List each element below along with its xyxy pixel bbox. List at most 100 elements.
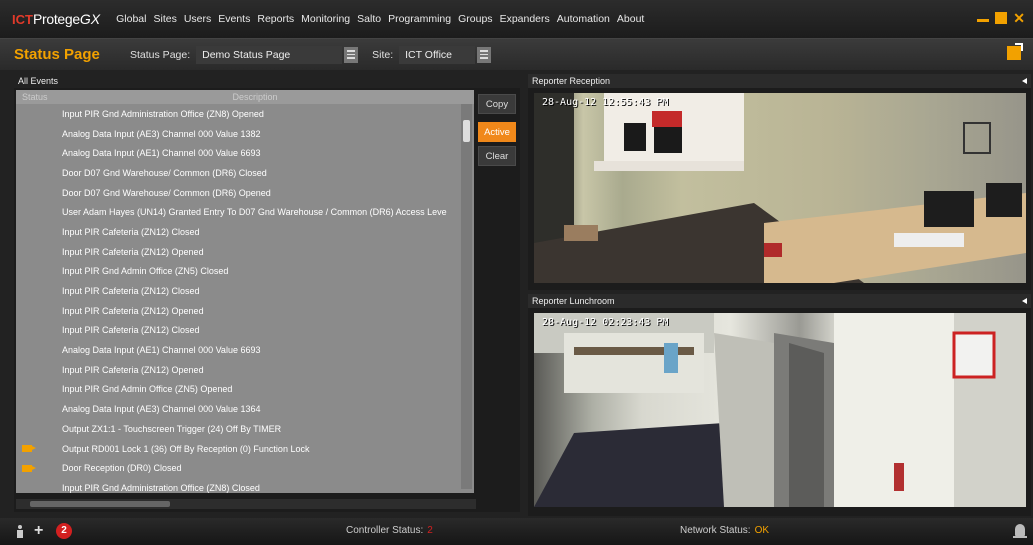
active-button[interactable]: Active (478, 122, 516, 142)
event-description: Door D07 Gnd Warehouse/ Common (DR6) Clo… (62, 167, 267, 178)
camera-panel-reception: Reporter Reception 28-Aug-12 12:55:43 PM (528, 74, 1031, 290)
status-page-label: Status Page: (130, 48, 191, 61)
alarm-count-badge[interactable]: 2 (56, 523, 72, 539)
event-description: Door D07 Gnd Warehouse/ Common (DR6) Ope… (62, 187, 271, 198)
event-row[interactable]: Door D07 Gnd Warehouse/ Common (DR6) Ope… (16, 183, 474, 203)
events-panel-title: All Events (14, 74, 520, 88)
logo-ict: ICT (12, 12, 33, 27)
menu-expanders[interactable]: Expanders (500, 13, 550, 25)
network-status: Network Status: OK (680, 525, 769, 536)
event-row[interactable]: Input PIR Cafeteria (ZN12) Opened (16, 360, 474, 380)
events-panel: All Events Status Description Input PIR … (14, 74, 520, 512)
controller-status-value: 2 (427, 525, 433, 536)
reception-scene (534, 93, 1026, 283)
event-row[interactable]: User Adam Hayes (UN14) Granted Entry To … (16, 202, 474, 222)
minimize-icon[interactable] (977, 14, 990, 22)
event-description: Input PIR Cafeteria (ZN12) Closed (62, 226, 200, 237)
menu-bar: ICT Protege GX Global Sites Users Events… (0, 0, 1033, 38)
site-value[interactable]: ICT Office (399, 45, 476, 64)
event-row[interactable]: Door D07 Gnd Warehouse/ Common (DR6) Clo… (16, 163, 474, 183)
horizontal-scrollbar[interactable] (16, 499, 476, 509)
footer-status-bar: + 2 Controller Status: 2 Network Status: O… (0, 518, 1033, 545)
event-row[interactable]: Input PIR Cafeteria (ZN12) Opened (16, 301, 474, 321)
camera-icon[interactable] (22, 464, 36, 472)
event-row[interactable]: Input PIR Cafeteria (ZN12) Closed (16, 321, 474, 341)
menu-users[interactable]: Users (184, 13, 211, 25)
scroll-thumb[interactable] (463, 120, 470, 142)
event-row[interactable]: Input PIR Cafeteria (ZN12) Opened (16, 242, 474, 262)
camera-timestamp: 28-Aug-12 12:55:43 PM (542, 97, 669, 108)
event-row[interactable]: Door Reception (DR0) Closed (16, 458, 474, 478)
event-description: Analog Data Input (AE3) Channel 000 Valu… (62, 404, 261, 415)
menu-about[interactable]: About (617, 13, 644, 25)
site-dropdown-icon[interactable] (477, 46, 492, 63)
camera-feed[interactable]: 28-Aug-12 02:23:43 PM (534, 313, 1026, 507)
status-page-dropdown-icon[interactable] (344, 46, 359, 63)
collapse-icon[interactable] (1022, 298, 1027, 304)
scroll-thumb[interactable] (30, 501, 170, 507)
event-status-cell (16, 464, 62, 472)
network-status-value: OK (754, 525, 770, 536)
menu-events[interactable]: Events (218, 13, 250, 25)
events-column-headers: Status Description (16, 90, 474, 104)
event-row[interactable]: Input PIR Cafeteria (ZN12) Closed (16, 222, 474, 242)
person-icon[interactable] (16, 525, 24, 539)
copy-button[interactable]: Copy (478, 94, 516, 114)
logo-gx: GX (79, 11, 101, 27)
event-description: Input PIR Cafeteria (ZN12) Closed (62, 286, 200, 297)
event-description: Input PIR Gnd Administration Office (ZN8… (62, 482, 260, 493)
event-row[interactable]: Output RD001 Lock 1 (36) Off By Receptio… (16, 439, 474, 459)
menu-programming[interactable]: Programming (388, 13, 451, 25)
page-title: Status Page (14, 46, 100, 63)
logo-name: Protege (32, 11, 80, 27)
vertical-scrollbar[interactable] (461, 104, 472, 489)
column-status[interactable]: Status (16, 90, 56, 104)
close-icon[interactable]: ✕ (1013, 11, 1025, 25)
event-row[interactable]: Input PIR Gnd Admin Office (ZN5) Closed (16, 262, 474, 282)
maximize-icon[interactable] (995, 12, 1008, 24)
menu-sites[interactable]: Sites (153, 13, 176, 25)
status-page-value[interactable]: Demo Status Page (196, 45, 343, 64)
camera-panel-header: Reporter Lunchroom (528, 294, 1031, 308)
event-description: Input PIR Cafeteria (ZN12) Opened (62, 246, 204, 257)
menu-global[interactable]: Global (116, 13, 146, 25)
clear-button[interactable]: Clear (478, 146, 516, 166)
menu-groups[interactable]: Groups (458, 13, 492, 25)
controller-status-label: Controller Status: (346, 525, 424, 536)
event-row[interactable]: Analog Data Input (AE1) Channel 000 Valu… (16, 143, 474, 163)
menu-salto[interactable]: Salto (357, 13, 381, 25)
event-description: Input PIR Cafeteria (ZN12) Opened (62, 364, 204, 375)
event-description: Analog Data Input (AE3) Channel 000 Valu… (62, 128, 261, 139)
camera-timestamp: 28-Aug-12 02:23:43 PM (542, 317, 669, 328)
event-list: Input PIR Gnd Administration Office (ZN8… (16, 104, 474, 493)
event-row[interactable]: Output ZX1:1 - Touchscreen Trigger (24) … (16, 419, 474, 439)
window-controls: ✕ (977, 11, 1025, 25)
event-row[interactable]: Analog Data Input (AE3) Channel 000 Valu… (16, 124, 474, 144)
event-row[interactable]: Input PIR Gnd Administration Office (ZN8… (16, 104, 474, 124)
camera-panel-header: Reporter Reception (528, 74, 1031, 88)
add-icon[interactable]: + (34, 523, 43, 539)
network-status-label: Network Status: (680, 525, 751, 536)
camera-icon[interactable] (22, 445, 36, 453)
event-description: Input PIR Gnd Admin Office (ZN5) Closed (62, 266, 229, 277)
event-row[interactable]: Input PIR Cafeteria (ZN12) Closed (16, 281, 474, 301)
column-description[interactable]: Description (56, 90, 474, 104)
event-row[interactable]: Input PIR Gnd Admin Office (ZN5) Opened (16, 380, 474, 400)
event-description: Output ZX1:1 - Touchscreen Trigger (24) … (62, 423, 282, 434)
event-description: Input PIR Cafeteria (ZN12) Closed (62, 325, 200, 336)
menu-reports[interactable]: Reports (257, 13, 294, 25)
camera-feed[interactable]: 28-Aug-12 12:55:43 PM (534, 93, 1026, 283)
event-row[interactable]: Input PIR Gnd Administration Office (ZN8… (16, 478, 474, 493)
event-row[interactable]: Analog Data Input (AE3) Channel 000 Valu… (16, 399, 474, 419)
camera-title: Reporter Lunchroom (532, 296, 615, 306)
popout-icon[interactable] (1007, 43, 1023, 60)
site-dropdown[interactable]: ICT Office (399, 45, 492, 64)
events-table[interactable]: Status Description Input PIR Gnd Adminis… (16, 90, 474, 493)
collapse-icon[interactable] (1022, 78, 1027, 84)
bell-icon[interactable] (1013, 524, 1027, 538)
status-page-dropdown[interactable]: Demo Status Page (196, 45, 359, 64)
menu-monitoring[interactable]: Monitoring (301, 13, 350, 25)
menu-automation[interactable]: Automation (557, 13, 610, 25)
event-row[interactable]: Analog Data Input (AE1) Channel 000 Valu… (16, 340, 474, 360)
protege-window: ICT Protege GX Global Sites Users Events… (0, 0, 1033, 545)
